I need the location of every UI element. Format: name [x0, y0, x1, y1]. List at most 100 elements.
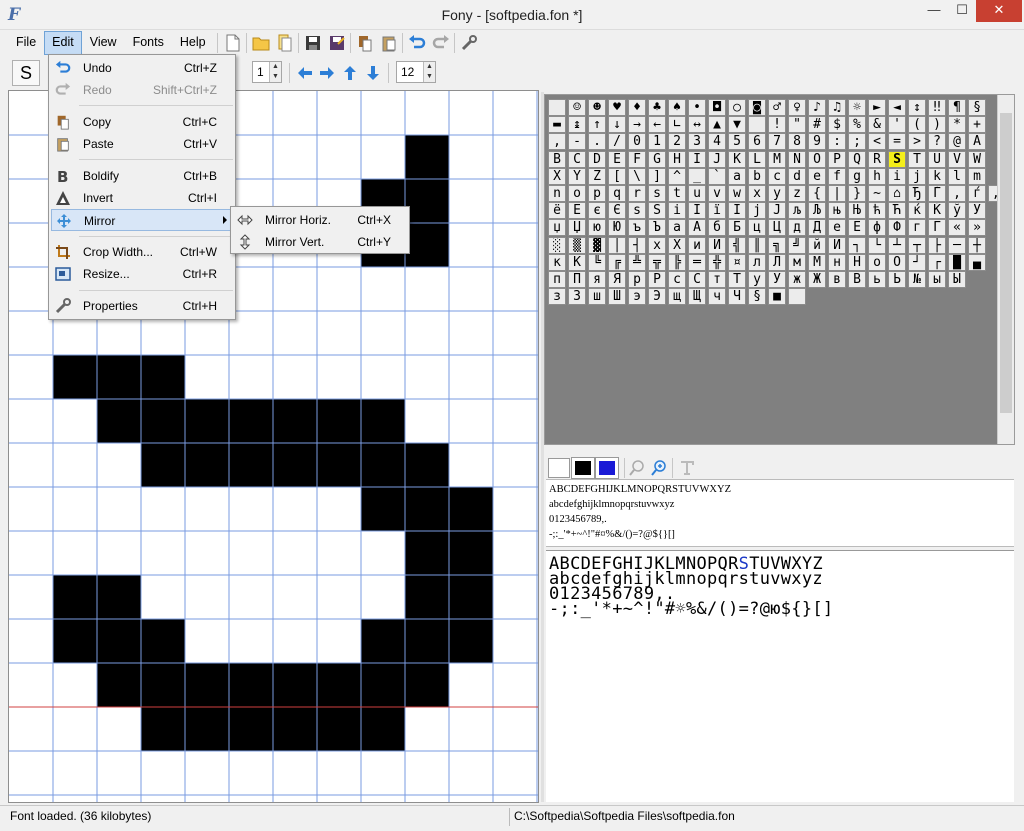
charmap-cell[interactable]: ' [888, 116, 906, 134]
charmap-cell[interactable]: █ [948, 253, 966, 271]
glyph-pixel[interactable] [97, 355, 141, 399]
charmap-cell[interactable]: 8 [788, 133, 806, 151]
spinner-down-icon[interactable]: ▼ [423, 72, 435, 82]
charmap-cell[interactable]: ф [868, 219, 886, 237]
charmap-cell[interactable]: ♠ [668, 99, 686, 116]
charmap-cell[interactable]: е [828, 219, 846, 237]
charmap-cell[interactable]: > [908, 133, 926, 151]
charmap-cell[interactable]: } [848, 185, 866, 202]
charmap-cell[interactable]: 0 [628, 133, 646, 151]
glyph-pixel[interactable] [185, 707, 229, 751]
glyph-pixel[interactable] [449, 531, 493, 575]
charmap-cell[interactable]: Ш [608, 288, 626, 306]
charmap-cell[interactable]: ♪ [808, 99, 826, 116]
spinner-down-icon[interactable]: ▼ [269, 72, 281, 82]
charmap-cell[interactable]: s [648, 185, 666, 202]
charmap-cell[interactable]: D [588, 150, 606, 168]
charmap-cell[interactable]: ‚ [948, 185, 966, 202]
charmap-cell[interactable]: ◙ [748, 99, 766, 116]
charmap-cell[interactable]: ♫ [828, 99, 846, 116]
charmap-cell[interactable]: ┤ [628, 236, 646, 254]
charmap-cell[interactable]: ♣ [648, 99, 666, 116]
charmap-cell[interactable]: Ј [768, 202, 786, 220]
charmap-cell[interactable]: Л [768, 253, 786, 271]
charmap-cell[interactable]: ? [928, 133, 946, 151]
charmap-cell[interactable]: ! [768, 116, 786, 134]
charmap-cell[interactable]: а [668, 219, 686, 237]
charmap-cell[interactable]: | [828, 185, 846, 202]
menu-invert[interactable]: Invert Ctrl+I [51, 187, 233, 209]
charmap-cell[interactable]: у [748, 271, 766, 288]
charmap-cell[interactable]: ў [948, 202, 966, 220]
charmap-cell[interactable]: Ї [728, 202, 746, 220]
spinner-1[interactable]: 1 ▲ ▼ [252, 61, 282, 83]
charmap-cell[interactable]: l [948, 167, 966, 185]
charmap-cell[interactable]: Ю [608, 219, 626, 237]
charmap-cell[interactable]: a [728, 167, 746, 185]
glyph-pixel[interactable] [141, 355, 185, 399]
charmap-cell[interactable]: Ф [888, 219, 906, 237]
text-button[interactable] [676, 457, 698, 479]
charmap-cell[interactable]: в [828, 271, 846, 288]
charmap-cell[interactable]: Г [928, 219, 946, 237]
glyph-pixel[interactable] [273, 443, 317, 487]
charmap-cell[interactable]: Т [728, 271, 746, 288]
charmap-cell[interactable]: → [628, 116, 646, 134]
charmap-cell[interactable]: ♂ [768, 99, 786, 116]
menu-redo[interactable]: Redo Shift+Ctrl+Z [51, 79, 233, 101]
charmap-cell[interactable]: R [868, 150, 886, 168]
charmap-cell[interactable]: ¤ [728, 253, 746, 271]
charmap-cell[interactable]: U [928, 150, 946, 168]
charmap-cell[interactable]: F [628, 150, 646, 168]
glyph-pixel[interactable] [141, 619, 185, 663]
open-button[interactable] [250, 32, 272, 54]
charmap-cell[interactable]: 3 [688, 133, 706, 151]
charmap-cell[interactable]: └ [868, 236, 886, 254]
charmap-cell[interactable]: S [888, 150, 906, 168]
menu-edit[interactable]: Edit [44, 31, 82, 55]
charmap-cell[interactable]: i [888, 167, 906, 185]
charmap-cell[interactable]: ~ [868, 185, 886, 202]
glyph-pixel[interactable] [449, 619, 493, 663]
charmap-cell[interactable]: ј [748, 202, 766, 220]
charmap-cell[interactable]: щ [668, 288, 686, 306]
minimize-button[interactable]: — [920, 0, 948, 22]
foreground-color-button[interactable] [571, 457, 595, 479]
charmap-cell[interactable]: » [968, 219, 986, 237]
charmap-cell[interactable]: L [748, 150, 766, 168]
charmap-cell[interactable]: Ъ [648, 219, 666, 237]
glyph-pixel[interactable] [405, 575, 449, 619]
charmap-cell[interactable]: ▓ [588, 236, 606, 254]
menu-boldify[interactable]: B Boldify Ctrl+B [51, 165, 233, 187]
charmap-cell[interactable]: ] [648, 167, 666, 185]
charmap-cell[interactable]: / [608, 133, 626, 151]
highlight-color-button[interactable] [595, 457, 619, 479]
charmap-cell[interactable]: ♥ [608, 99, 626, 116]
charmap-cell[interactable]: х [648, 236, 666, 254]
charmap-cell[interactable]: ► [868, 99, 886, 116]
maximize-button[interactable]: ☐ [948, 0, 976, 22]
glyph-pixel[interactable] [361, 487, 405, 531]
charmap-cell[interactable]: │ [608, 236, 626, 254]
charmap-cell[interactable]: З [568, 288, 586, 306]
charmap-cell[interactable]: = [888, 133, 906, 151]
charmap-cell[interactable]: ┼ [968, 236, 986, 254]
charmap-cell[interactable]: W [968, 150, 986, 168]
menu-fonts[interactable]: Fonts [125, 31, 172, 55]
charmap-cell[interactable]: ь [868, 271, 886, 288]
charmap-cell[interactable]: K [728, 150, 746, 168]
glyph-pixel[interactable] [185, 399, 229, 443]
charmap-cell[interactable]: Ѕ [648, 202, 666, 220]
shift-right-button[interactable] [316, 62, 338, 84]
glyph-pixel[interactable] [449, 575, 493, 619]
charmap-cell[interactable]: ▄ [968, 253, 986, 271]
charmap-cell[interactable]: _ [688, 167, 706, 185]
charmap-cell[interactable]: z [788, 185, 806, 202]
close-button[interactable]: ✕ [976, 0, 1022, 22]
charmap-cell[interactable]: љ [788, 202, 806, 220]
charmap-cell[interactable]: ∟ [668, 116, 686, 134]
glyph-pixel[interactable] [273, 663, 317, 707]
charmap-cell[interactable]: ⌂ [888, 185, 906, 202]
charmap-cell[interactable]: о [868, 253, 886, 271]
glyph-pixel[interactable] [97, 399, 141, 443]
